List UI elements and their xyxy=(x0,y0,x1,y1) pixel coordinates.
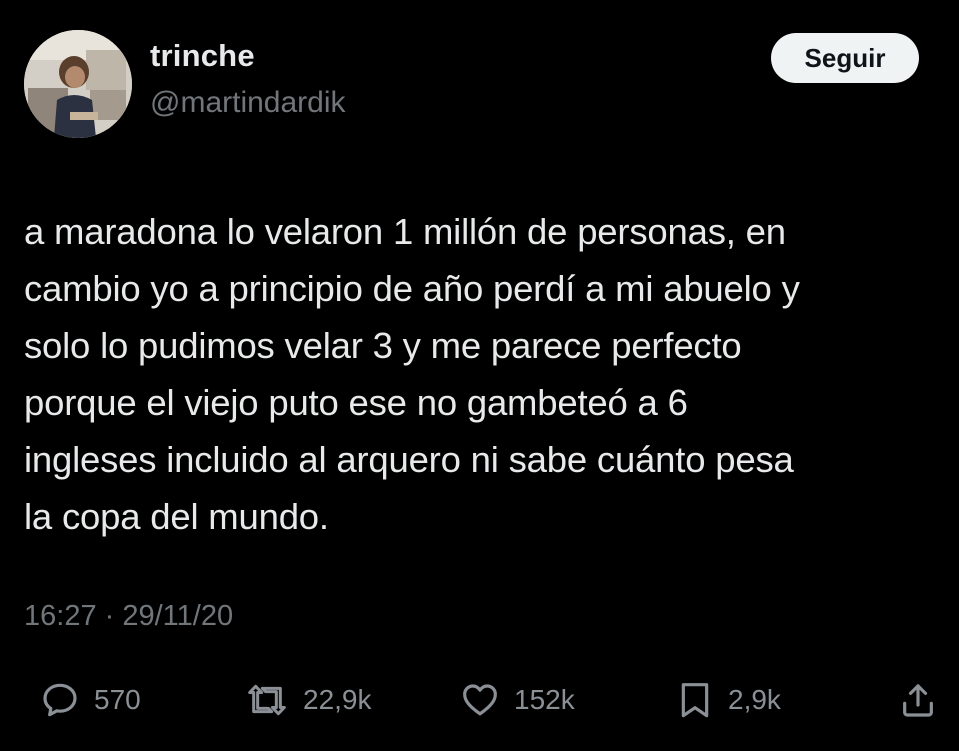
retweet-button[interactable]: 22,9k xyxy=(245,672,372,728)
display-name[interactable]: trinche xyxy=(150,38,255,74)
avatar[interactable] xyxy=(24,30,132,138)
retweet-icon xyxy=(245,680,289,720)
tweet-timestamp[interactable]: 16:27 · 29/11/20 xyxy=(24,600,233,633)
bookmark-count: 2,9k xyxy=(728,684,781,715)
share-button[interactable] xyxy=(898,672,938,728)
like-count: 152k xyxy=(514,684,575,715)
like-button[interactable]: 152k xyxy=(460,672,575,728)
reply-icon xyxy=(40,680,80,720)
tweet-card: trinche @martindardik Seguir a maradona … xyxy=(0,0,959,751)
heart-icon xyxy=(460,680,500,720)
reply-button[interactable]: 570 xyxy=(40,672,141,728)
action-bar: 570 22,9k 152k 2,9k xyxy=(0,672,959,728)
bookmark-icon xyxy=(676,680,714,720)
avatar-photo xyxy=(24,30,132,138)
reply-count: 570 xyxy=(94,684,141,715)
follow-button[interactable]: Seguir xyxy=(771,33,919,83)
bookmark-button[interactable]: 2,9k xyxy=(676,672,781,728)
retweet-count: 22,9k xyxy=(303,684,372,715)
tweet-text: a maradona lo velaron 1 millón de person… xyxy=(24,211,800,537)
user-handle[interactable]: @martindardik xyxy=(150,86,346,120)
share-icon xyxy=(898,680,938,720)
